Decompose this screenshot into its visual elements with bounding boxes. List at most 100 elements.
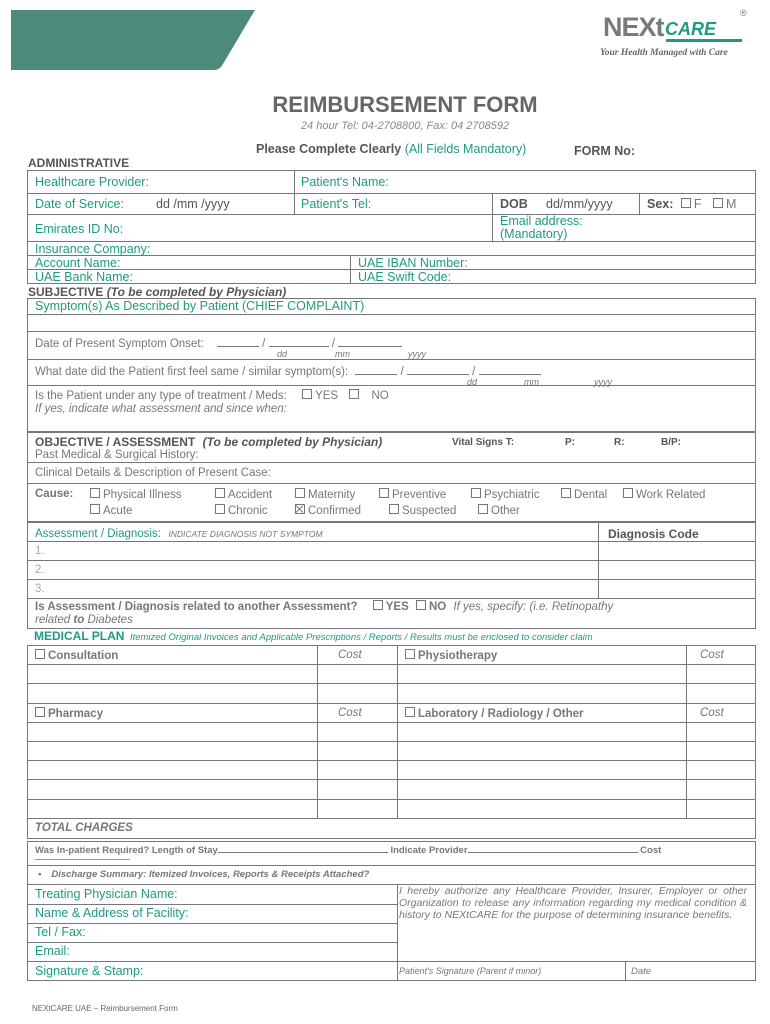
patient-signature-field[interactable]: Patient's Signature (Parent if minor) <box>399 966 541 976</box>
consultation-checkbox[interactable]: Consultation <box>35 649 118 662</box>
cause-work-related[interactable]: Work Related <box>623 488 705 501</box>
cause-physical-illness[interactable]: Physical Illness <box>90 488 182 501</box>
tel-fax-field[interactable]: Tel / Fax: <box>35 925 86 939</box>
checkbox-icon[interactable] <box>215 504 225 514</box>
patient-tel-field[interactable]: Patient's Tel: <box>301 197 371 211</box>
discharge-summary[interactable]: • Discharge Summary: Itemized Invoices, R… <box>38 869 369 880</box>
diagnosis-line-3[interactable]: 3. <box>35 583 45 595</box>
laboratory-checkbox[interactable]: Laboratory / Radiology / Other <box>405 707 584 720</box>
inpatient-question[interactable]: Was In-patient Required? Length of Stay … <box>35 844 661 856</box>
checkbox-icon[interactable] <box>471 488 481 498</box>
vital-signs-r[interactable]: R: <box>614 437 625 448</box>
sex-field: Sex: F M <box>647 197 736 211</box>
cause-suspected[interactable]: Suspected <box>389 504 456 517</box>
pharmacy-cost-label: Cost <box>338 707 362 719</box>
swift-code-field[interactable]: UAE Swift Code: <box>358 270 451 284</box>
cause-dental[interactable]: Dental <box>561 488 607 501</box>
vital-signs-p[interactable]: P: <box>565 437 575 448</box>
bank-name-field[interactable]: UAE Bank Name: <box>35 270 133 284</box>
email-note: (Mandatory) <box>500 227 568 241</box>
diagnosis-line-1[interactable]: 1. <box>35 545 45 557</box>
date-of-service-format: dd /mm /yyyy <box>156 197 230 211</box>
cause-acute[interactable]: Acute <box>90 504 132 517</box>
physiotherapy-checkbox[interactable]: Physiotherapy <box>405 649 497 662</box>
vital-signs-t[interactable]: Vital Signs T: <box>452 437 514 448</box>
cause-chronic[interactable]: Chronic <box>215 504 268 517</box>
healthcare-provider-field[interactable]: Healthcare Provider: <box>35 175 149 189</box>
related-yes-label: YES <box>385 601 409 613</box>
cause-other[interactable]: Other <box>478 504 520 517</box>
checkbox-icon[interactable] <box>295 488 305 498</box>
clinical-details-field[interactable]: Clinical Details & Description of Presen… <box>35 467 271 479</box>
patient-name-field[interactable]: Patient's Name: <box>301 175 389 189</box>
admin-row-2 <box>28 194 755 215</box>
sex-m-checkbox[interactable] <box>713 198 724 208</box>
treatment-yes-checkbox[interactable] <box>302 389 313 399</box>
subjective-title: SUBJECTIVE <box>28 285 104 299</box>
checkbox-icon[interactable] <box>389 504 399 514</box>
dob-field[interactable]: dd/mm/yyyy <box>546 197 613 211</box>
checked-checkbox-icon[interactable] <box>295 504 305 514</box>
iban-field[interactable]: UAE IBAN Number: <box>358 256 468 270</box>
checkbox-icon[interactable] <box>405 707 415 717</box>
inpatient-cost-field[interactable] <box>35 859 130 860</box>
email-field[interactable]: Email: <box>35 944 70 958</box>
cause-accident[interactable]: Accident <box>215 488 272 501</box>
first-feel-label: What date did the Patient first feel sam… <box>35 366 349 378</box>
first-feel-date-field[interactable]: What date did the Patient first feel sam… <box>35 364 541 378</box>
sex-f-label: F <box>693 197 702 211</box>
email-address-field[interactable]: Email address: (Mandatory) <box>500 215 583 241</box>
inpatient-table: Was In-patient Required? Length of Stay … <box>27 841 756 885</box>
length-of-stay-label: Was In-patient Required? Length of Stay <box>35 845 218 856</box>
chief-complaint-field[interactable] <box>35 317 748 331</box>
checkbox-icon[interactable] <box>90 488 100 498</box>
subjective-label: SUBJECTIVE (To be completed by Physician… <box>28 285 286 299</box>
cause-confirmed[interactable]: Confirmed <box>295 504 361 517</box>
pharmacy-checkbox[interactable]: Pharmacy <box>35 707 103 720</box>
related-no-checkbox[interactable] <box>415 600 426 610</box>
objective-note: (To be completed by Physician) <box>202 435 383 449</box>
sex-f-checkbox[interactable] <box>680 198 691 208</box>
vital-signs-bp[interactable]: B/P: <box>661 437 681 448</box>
checkbox-icon[interactable] <box>405 649 415 659</box>
emirates-id-field[interactable]: Emirates ID No: <box>35 222 123 236</box>
onset-date-field[interactable]: Date of Present Symptom Onset: / / <box>35 336 403 350</box>
signature-stamp-field[interactable]: Signature & Stamp: <box>35 964 143 978</box>
authorization-text: I hereby authorize any Healthcare Provid… <box>399 885 747 921</box>
logo-next-text: NEXt <box>603 12 665 42</box>
checkbox-icon[interactable] <box>379 488 389 498</box>
checkbox-icon[interactable] <box>35 649 45 659</box>
date-field[interactable]: Date <box>631 966 651 977</box>
insurance-company-field[interactable]: Insurance Company: <box>35 242 150 256</box>
treating-physician-field[interactable]: Treating Physician Name: <box>35 887 178 901</box>
administrative-table: Healthcare Provider: Patient's Name: Dat… <box>27 170 756 284</box>
cause-maternity[interactable]: Maternity <box>295 488 355 501</box>
date-of-service-field[interactable]: Date of Service: <box>35 197 124 211</box>
onset-label: Date of Present Symptom Onset: <box>35 338 204 350</box>
checkbox-icon[interactable] <box>90 504 100 514</box>
checkbox-icon[interactable] <box>215 488 225 498</box>
facility-address-field[interactable]: Name & Address of Facility: <box>35 906 189 920</box>
related-question-text: Is Assessment / Diagnosis related to ano… <box>35 601 358 613</box>
medical-plan-note: Itemized Original Invoices and Applicabl… <box>129 632 593 643</box>
cause-row-1: Physical Illness <box>90 488 182 501</box>
related-yes-checkbox[interactable] <box>372 600 383 610</box>
total-charges-label: TOTAL CHARGES <box>35 822 133 834</box>
logo-care-text: CARE <box>665 19 717 39</box>
treatment-label: Is the Patient under any type of treatme… <box>35 390 287 402</box>
form-no-label: FORM No: <box>574 144 636 158</box>
account-name-field[interactable]: Account Name: <box>35 256 120 270</box>
checkbox-icon[interactable] <box>478 504 488 514</box>
past-history-field[interactable]: Past Medical & Surgical History: <box>35 449 199 461</box>
treatment-no-checkbox[interactable] <box>349 389 360 399</box>
cause-preventive[interactable]: Preventive <box>379 488 446 501</box>
first-feel-dd: dd <box>467 377 478 387</box>
diagnosis-line-2[interactable]: 2. <box>35 564 45 576</box>
checkbox-icon[interactable] <box>35 707 45 717</box>
checkbox-icon[interactable] <box>561 488 571 498</box>
cause-psychiatric[interactable]: Psychiatric <box>471 488 540 501</box>
bullet-icon: • <box>38 869 42 880</box>
logo-underline <box>666 39 742 42</box>
registered-mark-icon: ® <box>740 8 747 18</box>
checkbox-icon[interactable] <box>623 488 633 498</box>
